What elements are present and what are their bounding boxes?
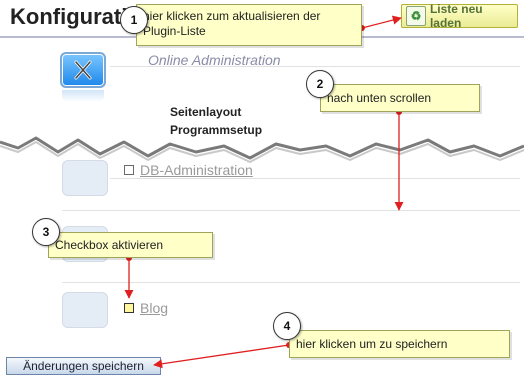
step-number-1: 1 bbox=[120, 6, 148, 34]
callout-4: hier klicken um zu speichern bbox=[289, 330, 510, 358]
arrow-1 bbox=[359, 15, 402, 31]
callout-3: Checkbox aktivieren bbox=[48, 232, 213, 258]
arrow-3 bbox=[124, 255, 134, 299]
callout-2: nach unten scrollen bbox=[320, 84, 480, 112]
step-number-3: 3 bbox=[32, 218, 60, 246]
arrow-4 bbox=[153, 342, 292, 369]
arrow-2 bbox=[394, 109, 404, 211]
step-number-4: 4 bbox=[273, 312, 301, 340]
callout-1: hier klicken zum aktualisieren der Plugi… bbox=[136, 4, 362, 46]
annotation-overlay bbox=[0, 15, 524, 369]
step-number-2: 2 bbox=[306, 70, 334, 98]
